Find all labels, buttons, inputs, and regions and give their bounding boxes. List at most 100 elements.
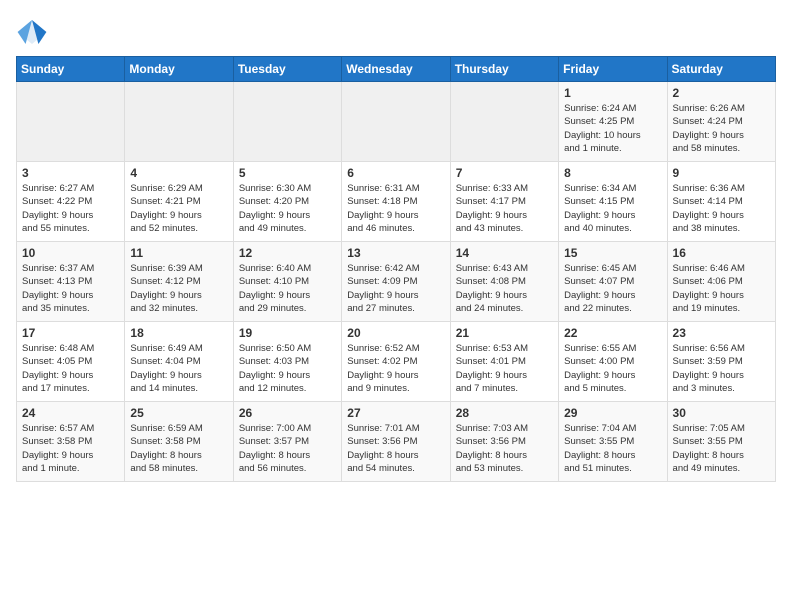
calendar-cell: 17 Sunrise: 6:48 AM Sunset: 4:05 PM Dayli… xyxy=(17,322,125,402)
day-info: Sunrise: 6:55 AM Sunset: 4:00 PM Dayligh… xyxy=(564,342,661,395)
day-info: Sunrise: 6:37 AM Sunset: 4:13 PM Dayligh… xyxy=(22,262,119,315)
calendar-cell: 9 Sunrise: 6:36 AM Sunset: 4:14 PM Daylig… xyxy=(667,162,775,242)
day-number: 6 xyxy=(347,166,444,180)
day-number: 30 xyxy=(673,406,770,420)
day-number: 16 xyxy=(673,246,770,260)
day-number: 13 xyxy=(347,246,444,260)
calendar-cell: 20Sunrise: 6:52 AM Sunset: 4:02 PM Dayli… xyxy=(342,322,450,402)
day-info: Sunrise: 6:43 AM Sunset: 4:08 PM Dayligh… xyxy=(456,262,553,315)
calendar-cell: 5 Sunrise: 6:30 AM Sunset: 4:20 PM Daylig… xyxy=(233,162,341,242)
calendar-cell: 28 Sunrise: 7:03 AM Sunset: 3:56 PM Dayli… xyxy=(450,402,558,482)
calendar-cell: 21 Sunrise: 6:53 AM Sunset: 4:01 PM Dayli… xyxy=(450,322,558,402)
calendar-cell: 24Sunrise: 6:57 AM Sunset: 3:58 PM Dayli… xyxy=(17,402,125,482)
calendar-cell: 25 Sunrise: 6:59 AM Sunset: 3:58 PM Dayli… xyxy=(125,402,233,482)
day-info: Sunrise: 6:45 AM Sunset: 4:07 PM Dayligh… xyxy=(564,262,661,315)
calendar-cell: 10 Sunrise: 6:37 AM Sunset: 4:13 PM Dayli… xyxy=(17,242,125,322)
weekday-header-tuesday: Tuesday xyxy=(233,57,341,82)
calendar-cell: 19 Sunrise: 6:50 AM Sunset: 4:03 PM Dayli… xyxy=(233,322,341,402)
day-info: Sunrise: 6:40 AM Sunset: 4:10 PM Dayligh… xyxy=(239,262,336,315)
day-info: Sunrise: 6:49 AM Sunset: 4:04 PM Dayligh… xyxy=(130,342,227,395)
day-info: Sunrise: 6:24 AM Sunset: 4:25 PM Dayligh… xyxy=(564,102,661,155)
calendar-cell: 23 Sunrise: 6:56 AM Sunset: 3:59 PM Dayli… xyxy=(667,322,775,402)
day-number: 12 xyxy=(239,246,336,260)
day-info: Sunrise: 6:26 AM Sunset: 4:24 PM Dayligh… xyxy=(673,102,770,155)
day-number: 25 xyxy=(130,406,227,420)
calendar-cell xyxy=(233,82,341,162)
day-info: Sunrise: 6:36 AM Sunset: 4:14 PM Dayligh… xyxy=(673,182,770,235)
calendar-cell: 3Sunrise: 6:27 AM Sunset: 4:22 PM Daylig… xyxy=(17,162,125,242)
day-number: 7 xyxy=(456,166,553,180)
day-info: Sunrise: 6:48 AM Sunset: 4:05 PM Dayligh… xyxy=(22,342,119,395)
day-number: 5 xyxy=(239,166,336,180)
day-number: 1 xyxy=(564,86,661,100)
calendar-cell: 14 Sunrise: 6:43 AM Sunset: 4:08 PM Dayli… xyxy=(450,242,558,322)
calendar-cell xyxy=(450,82,558,162)
day-info: Sunrise: 6:30 AM Sunset: 4:20 PM Dayligh… xyxy=(239,182,336,235)
day-number: 15 xyxy=(564,246,661,260)
calendar-cell: 8 Sunrise: 6:34 AM Sunset: 4:15 PM Daylig… xyxy=(559,162,667,242)
day-number: 8 xyxy=(564,166,661,180)
day-info: Sunrise: 6:59 AM Sunset: 3:58 PM Dayligh… xyxy=(130,422,227,475)
calendar-week-1: 1 Sunrise: 6:24 AM Sunset: 4:25 PM Daylig… xyxy=(17,82,776,162)
weekday-header-wednesday: Wednesday xyxy=(342,57,450,82)
calendar-week-5: 24Sunrise: 6:57 AM Sunset: 3:58 PM Dayli… xyxy=(17,402,776,482)
calendar-cell xyxy=(17,82,125,162)
page-header xyxy=(16,16,776,48)
day-info: Sunrise: 6:53 AM Sunset: 4:01 PM Dayligh… xyxy=(456,342,553,395)
day-info: Sunrise: 6:29 AM Sunset: 4:21 PM Dayligh… xyxy=(130,182,227,235)
day-info: Sunrise: 6:57 AM Sunset: 3:58 PM Dayligh… xyxy=(22,422,119,475)
logo xyxy=(16,16,52,48)
calendar-cell: 29 Sunrise: 7:04 AM Sunset: 3:55 PM Dayli… xyxy=(559,402,667,482)
day-info: Sunrise: 7:01 AM Sunset: 3:56 PM Dayligh… xyxy=(347,422,444,475)
calendar-cell: 27 Sunrise: 7:01 AM Sunset: 3:56 PM Dayli… xyxy=(342,402,450,482)
day-number: 17 xyxy=(22,326,119,340)
calendar-cell: 7 Sunrise: 6:33 AM Sunset: 4:17 PM Daylig… xyxy=(450,162,558,242)
day-number: 4 xyxy=(130,166,227,180)
calendar-cell: 22Sunrise: 6:55 AM Sunset: 4:00 PM Dayli… xyxy=(559,322,667,402)
calendar-cell xyxy=(342,82,450,162)
calendar-cell: 4 Sunrise: 6:29 AM Sunset: 4:21 PM Daylig… xyxy=(125,162,233,242)
day-number: 14 xyxy=(456,246,553,260)
day-info: Sunrise: 6:46 AM Sunset: 4:06 PM Dayligh… xyxy=(673,262,770,315)
day-number: 19 xyxy=(239,326,336,340)
weekday-header-sunday: Sunday xyxy=(17,57,125,82)
day-info: Sunrise: 7:04 AM Sunset: 3:55 PM Dayligh… xyxy=(564,422,661,475)
day-info: Sunrise: 6:31 AM Sunset: 4:18 PM Dayligh… xyxy=(347,182,444,235)
calendar-week-2: 3Sunrise: 6:27 AM Sunset: 4:22 PM Daylig… xyxy=(17,162,776,242)
day-number: 10 xyxy=(22,246,119,260)
day-info: Sunrise: 6:34 AM Sunset: 4:15 PM Dayligh… xyxy=(564,182,661,235)
calendar-cell: 2 Sunrise: 6:26 AM Sunset: 4:24 PM Daylig… xyxy=(667,82,775,162)
day-number: 11 xyxy=(130,246,227,260)
day-number: 2 xyxy=(673,86,770,100)
calendar-cell: 13 Sunrise: 6:42 AM Sunset: 4:09 PM Dayli… xyxy=(342,242,450,322)
day-info: Sunrise: 6:50 AM Sunset: 4:03 PM Dayligh… xyxy=(239,342,336,395)
weekday-header-friday: Friday xyxy=(559,57,667,82)
calendar-cell: 6 Sunrise: 6:31 AM Sunset: 4:18 PM Daylig… xyxy=(342,162,450,242)
calendar-week-4: 17 Sunrise: 6:48 AM Sunset: 4:05 PM Dayli… xyxy=(17,322,776,402)
calendar-cell: 18 Sunrise: 6:49 AM Sunset: 4:04 PM Dayli… xyxy=(125,322,233,402)
day-number: 26 xyxy=(239,406,336,420)
calendar-cell: 16 Sunrise: 6:46 AM Sunset: 4:06 PM Dayli… xyxy=(667,242,775,322)
day-info: Sunrise: 6:27 AM Sunset: 4:22 PM Dayligh… xyxy=(22,182,119,235)
day-info: Sunrise: 6:56 AM Sunset: 3:59 PM Dayligh… xyxy=(673,342,770,395)
weekday-header-saturday: Saturday xyxy=(667,57,775,82)
day-number: 23 xyxy=(673,326,770,340)
calendar-cell: 11Sunrise: 6:39 AM Sunset: 4:12 PM Dayli… xyxy=(125,242,233,322)
day-number: 9 xyxy=(673,166,770,180)
day-info: Sunrise: 7:03 AM Sunset: 3:56 PM Dayligh… xyxy=(456,422,553,475)
calendar-cell: 12 Sunrise: 6:40 AM Sunset: 4:10 PM Dayli… xyxy=(233,242,341,322)
calendar-header-row: SundayMondayTuesdayWednesdayThursdayFrid… xyxy=(17,57,776,82)
day-number: 28 xyxy=(456,406,553,420)
day-number: 18 xyxy=(130,326,227,340)
day-number: 27 xyxy=(347,406,444,420)
day-number: 29 xyxy=(564,406,661,420)
weekday-header-monday: Monday xyxy=(125,57,233,82)
day-number: 21 xyxy=(456,326,553,340)
calendar-table: SundayMondayTuesdayWednesdayThursdayFrid… xyxy=(16,56,776,482)
calendar-week-3: 10 Sunrise: 6:37 AM Sunset: 4:13 PM Dayli… xyxy=(17,242,776,322)
day-info: Sunrise: 6:42 AM Sunset: 4:09 PM Dayligh… xyxy=(347,262,444,315)
calendar-cell: 15 Sunrise: 6:45 AM Sunset: 4:07 PM Dayli… xyxy=(559,242,667,322)
day-info: Sunrise: 6:33 AM Sunset: 4:17 PM Dayligh… xyxy=(456,182,553,235)
day-info: Sunrise: 7:05 AM Sunset: 3:55 PM Dayligh… xyxy=(673,422,770,475)
calendar-cell: 30 Sunrise: 7:05 AM Sunset: 3:55 PM Dayli… xyxy=(667,402,775,482)
